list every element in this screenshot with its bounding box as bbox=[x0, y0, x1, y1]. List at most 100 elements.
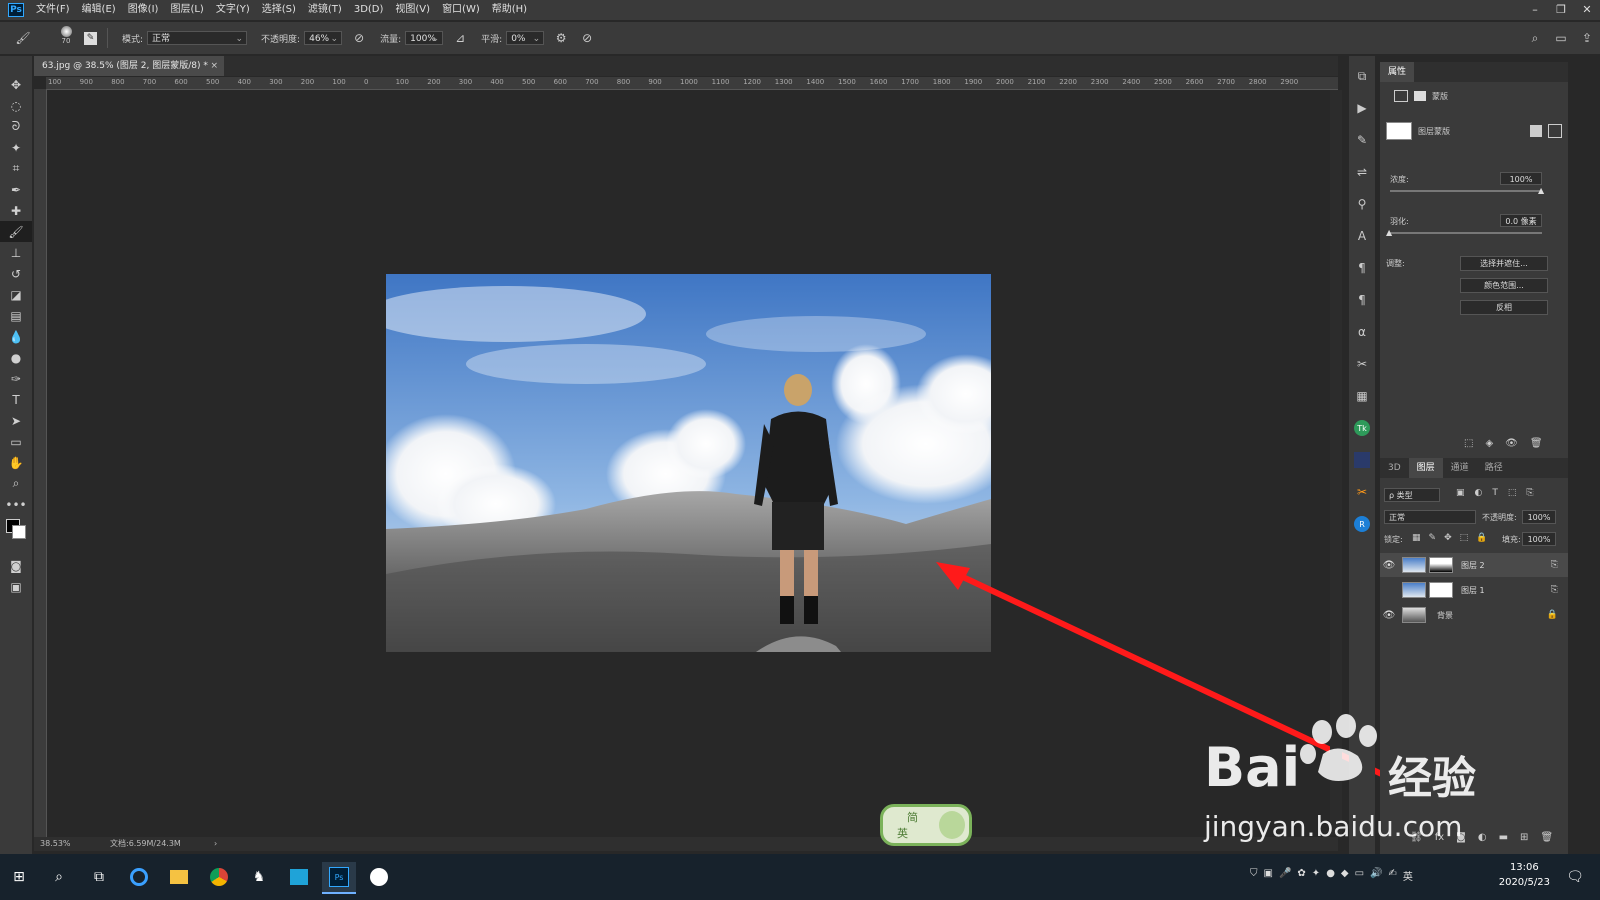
folder-icon[interactable] bbox=[164, 862, 194, 892]
lasso-tool-icon[interactable]: ᘐ bbox=[0, 116, 32, 137]
vector-mask-icon[interactable] bbox=[1414, 91, 1426, 101]
density-slider[interactable] bbox=[1390, 190, 1542, 192]
layer-name[interactable]: 图层 2 bbox=[1461, 560, 1551, 571]
brush-settings-icon[interactable]: ✎ bbox=[1349, 128, 1375, 152]
hand-tool-icon[interactable]: ✋ bbox=[0, 452, 32, 473]
type-filter-icon[interactable]: T bbox=[1492, 488, 1498, 498]
more-tools-icon[interactable]: ••• bbox=[0, 494, 32, 515]
restore-button[interactable]: ❐ bbox=[1548, 0, 1574, 20]
image-filter-icon[interactable]: ▣ bbox=[1456, 488, 1465, 498]
character-icon[interactable]: A bbox=[1349, 224, 1375, 248]
pixel-mask-icon[interactable] bbox=[1394, 90, 1408, 102]
notifications-icon[interactable]: 🗨 bbox=[1560, 862, 1590, 892]
menu-image[interactable]: 图像(I) bbox=[122, 0, 165, 20]
layer-name[interactable]: 背景 bbox=[1437, 610, 1547, 621]
menu-type[interactable]: 文字(Y) bbox=[210, 0, 256, 20]
pen-tool-icon[interactable]: ✑ bbox=[0, 368, 32, 389]
status-menu-arrow[interactable]: › bbox=[214, 837, 217, 851]
density-input[interactable]: 100% bbox=[1500, 172, 1542, 185]
layer-row[interactable]: 图层 1 ⎘ bbox=[1380, 578, 1568, 602]
search-icon[interactable]: ⌕ bbox=[44, 862, 74, 892]
tk-plugin-icon[interactable]: Tk bbox=[1349, 416, 1375, 440]
screen-mode-icon[interactable]: ▣ bbox=[0, 576, 32, 597]
workspace-icon[interactable]: ▭ bbox=[1552, 29, 1570, 47]
document-image[interactable] bbox=[386, 274, 991, 652]
brush-tool-preset-icon[interactable]: 🖌 bbox=[14, 29, 32, 47]
clone-source-icon[interactable]: ⚲ bbox=[1349, 192, 1375, 216]
pressure-opacity-icon[interactable]: ⊘ bbox=[350, 29, 368, 47]
photoshop-taskbar-icon[interactable]: Ps bbox=[322, 862, 356, 894]
tray-app-icon[interactable]: ✿ bbox=[1297, 868, 1305, 883]
layer-row[interactable]: 👁 背景 🔒 bbox=[1380, 603, 1568, 627]
layer-opacity-input[interactable]: 100% bbox=[1522, 510, 1556, 524]
pressure-size-icon[interactable]: ⊘ bbox=[578, 29, 596, 47]
adjustments-icon[interactable]: ⇌ bbox=[1349, 160, 1375, 184]
app-icon[interactable] bbox=[284, 862, 314, 892]
eye-icon[interactable]: 👁 bbox=[1380, 560, 1398, 571]
crop-tool-icon[interactable]: ⌗ bbox=[0, 158, 32, 179]
lock-transparent-icon[interactable]: ▦ bbox=[1412, 533, 1421, 543]
tray-app-icon[interactable]: ✦ bbox=[1312, 868, 1320, 883]
browser-icon[interactable] bbox=[124, 862, 154, 892]
menu-layer[interactable]: 图层(L) bbox=[164, 0, 209, 20]
tools-icon[interactable]: ✂ bbox=[1349, 352, 1375, 376]
windows-start-icon[interactable]: ⊞ bbox=[4, 862, 34, 892]
quick-mask-icon[interactable]: ◙ bbox=[0, 555, 32, 576]
load-selection-icon[interactable]: ⬚ bbox=[1464, 438, 1473, 449]
app-icon[interactable]: ♞ bbox=[244, 862, 274, 892]
smart-object-filter-icon[interactable]: ⎘ bbox=[1526, 488, 1533, 498]
plugin-icon[interactable] bbox=[1349, 448, 1375, 472]
blend-mode-select[interactable]: 正常 bbox=[1384, 510, 1476, 524]
retouch-plugin-icon[interactable]: R bbox=[1349, 512, 1375, 536]
layer-row[interactable]: 👁 图层 2 ⎘ bbox=[1380, 553, 1568, 577]
search-icon[interactable]: ⌕ bbox=[1526, 29, 1544, 47]
menu-edit[interactable]: 编辑(E) bbox=[76, 0, 122, 20]
mode-select[interactable]: 正常 ⌄ bbox=[147, 31, 248, 45]
app-icon[interactable] bbox=[364, 862, 394, 892]
marquee-tool-icon[interactable]: ◌ bbox=[0, 95, 32, 116]
document-tab[interactable]: 63.jpg @ 38.5% (图层 2, 图层蒙版/8) * × bbox=[34, 56, 224, 76]
new-layer-icon[interactable]: ⊞ bbox=[1520, 832, 1528, 843]
density-slider-thumb[interactable]: ▲ bbox=[1538, 186, 1544, 195]
history-brush-tool-icon[interactable]: ↺ bbox=[0, 263, 32, 284]
feather-slider-thumb[interactable]: ▲ bbox=[1386, 228, 1392, 237]
color-swatches[interactable] bbox=[0, 515, 32, 555]
menu-help[interactable]: 帮助(H) bbox=[486, 0, 533, 20]
apply-mask-icon[interactable]: ◈ bbox=[1485, 438, 1493, 449]
adjustment-filter-icon[interactable]: ◐ bbox=[1475, 488, 1483, 498]
chrome-icon[interactable] bbox=[204, 862, 234, 892]
history-icon[interactable]: ⧉ bbox=[1349, 64, 1375, 88]
eye-icon[interactable]: 👁 bbox=[1380, 610, 1398, 621]
layer-name[interactable]: 图层 1 bbox=[1461, 585, 1551, 596]
actions-play-icon[interactable]: ▶ bbox=[1349, 96, 1375, 120]
paragraph-icon[interactable]: ¶ bbox=[1349, 256, 1375, 280]
background-color-swatch[interactable] bbox=[12, 525, 26, 539]
trash-icon[interactable]: 🗑 bbox=[1530, 438, 1543, 449]
menu-file[interactable]: 文件(F) bbox=[30, 0, 76, 20]
mask-thumbnail[interactable] bbox=[1429, 582, 1453, 598]
blur-tool-icon[interactable]: 💧 bbox=[0, 326, 32, 347]
move-tool-icon[interactable]: ✥ bbox=[0, 74, 32, 95]
tab-layers[interactable]: 图层 bbox=[1408, 458, 1443, 478]
network-icon[interactable]: ▭ bbox=[1355, 868, 1364, 883]
shape-filter-icon[interactable]: ⬚ bbox=[1508, 488, 1517, 498]
color-range-button[interactable]: 颜色范围... bbox=[1460, 278, 1548, 293]
feather-input[interactable]: 0.0 像素 bbox=[1500, 214, 1542, 227]
path-selection-tool-icon[interactable]: ➤ bbox=[0, 410, 32, 431]
menu-3d[interactable]: 3D(D) bbox=[348, 0, 390, 20]
airbrush-icon[interactable]: ⊿ bbox=[451, 29, 469, 47]
clock[interactable]: 13:06 2020/5/23 bbox=[1499, 860, 1550, 890]
tab-paths[interactable]: 路径 bbox=[1477, 458, 1511, 478]
lock-image-icon[interactable]: ✎ bbox=[1429, 533, 1437, 543]
opacity-input[interactable]: 46% ⌄ bbox=[304, 31, 343, 45]
glyphs-icon[interactable]: α bbox=[1349, 320, 1375, 344]
new-group-icon[interactable]: ▬ bbox=[1499, 832, 1508, 843]
close-tab-icon[interactable]: × bbox=[210, 56, 218, 76]
menu-filter[interactable]: 滤镜(T) bbox=[302, 0, 348, 20]
tab-properties[interactable]: 属性 bbox=[1380, 62, 1415, 82]
brush-settings-icon[interactable]: ✎ bbox=[84, 31, 97, 45]
type-tool-icon[interactable]: T bbox=[0, 389, 32, 410]
brush-size-picker[interactable]: 70 bbox=[52, 26, 80, 50]
ime-indicator[interactable]: 英 bbox=[1403, 868, 1413, 883]
rectangle-tool-icon[interactable]: ▭ bbox=[0, 431, 32, 452]
